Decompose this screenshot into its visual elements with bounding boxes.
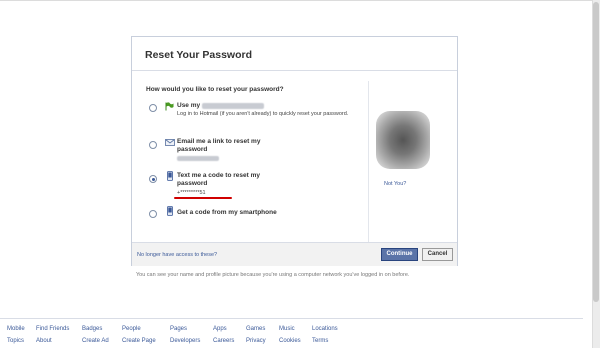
red-underline-annotation: [174, 197, 232, 199]
page: Reset Your Password How would you like t…: [0, 0, 592, 348]
footer-link-music[interactable]: Music: [279, 326, 295, 332]
footer-link-badges[interactable]: Badges: [82, 326, 102, 332]
hotmail-flag-icon: [165, 102, 174, 111]
footer-link-terms[interactable]: Terms: [312, 338, 328, 344]
footer-link-mobile[interactable]: Mobile: [7, 326, 25, 332]
option-hotmail-title: Use my: [177, 102, 201, 109]
reset-password-dialog: Reset Your Password How would you like t…: [131, 36, 458, 266]
footer-link-privacy[interactable]: Privacy: [246, 338, 266, 344]
footer-link-cookies[interactable]: Cookies: [279, 338, 301, 344]
footer-link-people[interactable]: People: [122, 326, 141, 332]
footer-link-developers[interactable]: Developers: [170, 338, 200, 344]
radio-text-code[interactable]: [149, 175, 157, 183]
top-divider: [0, 0, 592, 1]
redacted-email-address: [177, 156, 219, 161]
side-divider: [368, 81, 369, 246]
footer-link-topics[interactable]: Topics: [7, 338, 24, 344]
title-divider: [132, 70, 457, 71]
dialog-title: Reset Your Password: [145, 49, 252, 61]
scrollbar[interactable]: [592, 0, 600, 348]
footer-link-find-friends[interactable]: Find Friends: [36, 326, 69, 332]
radio-smartphone[interactable]: [149, 210, 157, 218]
footer-link-apps[interactable]: Apps: [213, 326, 227, 332]
footer-divider: [0, 318, 583, 319]
envelope-icon: [165, 139, 175, 146]
reset-question: How would you like to reset your passwor…: [146, 86, 284, 93]
continue-button[interactable]: Continue: [381, 248, 418, 261]
option-email-title: Email me a link to reset my password: [177, 138, 261, 153]
dialog-footer: No longer have access to these? Continue…: [132, 242, 457, 266]
cancel-button[interactable]: Cancel: [422, 248, 453, 261]
no-access-link[interactable]: No longer have access to these?: [137, 252, 217, 258]
footer-link-careers[interactable]: Careers: [213, 338, 234, 344]
footer-link-create-page[interactable]: Create Page: [122, 338, 156, 344]
avatar: [376, 111, 430, 169]
masked-phone-number: +*********51: [177, 190, 206, 196]
footer-link-games[interactable]: Games: [246, 326, 265, 332]
smartphone-icon: [167, 206, 173, 216]
not-you-link[interactable]: Not You?: [384, 181, 406, 187]
radio-email[interactable]: [149, 141, 157, 149]
footer-link-about[interactable]: About: [36, 338, 52, 344]
phone-icon: [167, 171, 173, 181]
info-note: You can see your name and profile pictur…: [136, 272, 410, 278]
option-hotmail-subtitle: Log in to Hotmail (if you aren't already…: [177, 111, 349, 117]
redacted-email: [202, 103, 264, 109]
footer-link-create-ad[interactable]: Create Ad: [82, 338, 109, 344]
footer-link-locations[interactable]: Locations: [312, 326, 338, 332]
option-text-title: Text me a code to reset my password: [177, 172, 260, 187]
scrollbar-thumb[interactable]: [593, 2, 599, 302]
radio-hotmail[interactable]: [149, 104, 157, 112]
option-smartphone-title: Get a code from my smartphone: [177, 209, 277, 216]
footer-link-pages[interactable]: Pages: [170, 326, 187, 332]
